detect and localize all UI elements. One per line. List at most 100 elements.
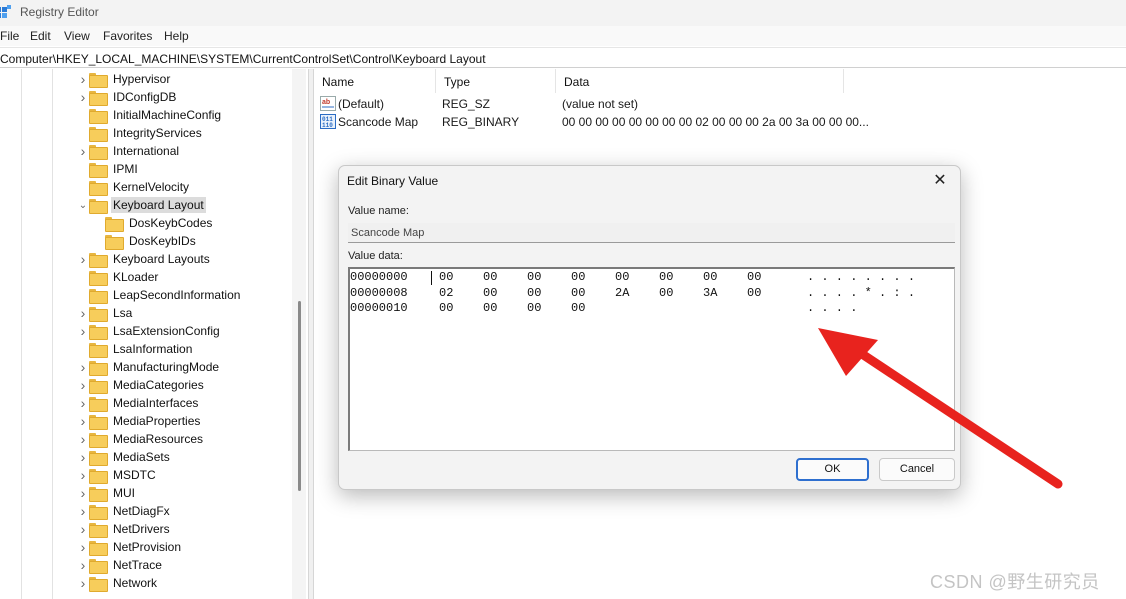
- hex-byte: 00: [527, 270, 542, 284]
- tree-scrollbar-thumb[interactable]: [298, 301, 301, 491]
- folder-icon: [89, 144, 108, 160]
- chevron-right-icon[interactable]: ›: [77, 449, 89, 465]
- chevron-right-icon[interactable]: ›: [77, 431, 89, 447]
- chevron-down-icon[interactable]: ⌄: [77, 200, 89, 211]
- menu-view[interactable]: View: [64, 29, 90, 43]
- chevron-right-icon[interactable]: ›: [77, 323, 89, 339]
- chevron-right-icon[interactable]: ›: [77, 557, 89, 573]
- hex-byte: 00: [571, 301, 586, 315]
- chevron-right-icon[interactable]: ›: [77, 467, 89, 483]
- column-data[interactable]: Data: [556, 69, 844, 93]
- chevron-right-icon[interactable]: ›: [77, 485, 89, 501]
- registry-editor-icon: [0, 5, 11, 18]
- list-row[interactable]: ab (Default) REG_SZ (value not set): [314, 95, 874, 113]
- tree-item[interactable]: LeapSecondInformation: [77, 286, 308, 304]
- tree-item-label: IPMI: [113, 162, 138, 176]
- address-bar[interactable]: Computer\HKEY_LOCAL_MACHINE\SYSTEM\Curre…: [0, 47, 1126, 68]
- tree-item[interactable]: › NetDrivers: [77, 520, 308, 538]
- hex-byte: 00: [483, 285, 498, 300]
- chevron-right-icon[interactable]: ›: [77, 251, 89, 267]
- chevron-right-icon[interactable]: ›: [77, 521, 89, 537]
- tree-item[interactable]: › MediaProperties: [77, 412, 308, 430]
- chevron-right-icon[interactable]: ›: [77, 503, 89, 519]
- tree-item[interactable]: KLoader: [77, 268, 308, 286]
- hex-byte: 02: [439, 285, 454, 300]
- tree-item[interactable]: › Hypervisor: [77, 70, 308, 88]
- tree-item[interactable]: › MediaInterfaces: [77, 394, 308, 412]
- menu-bar: File Edit View Favorites Help: [0, 26, 1126, 46]
- tree-item[interactable]: › NetTrace: [77, 556, 308, 574]
- list-row[interactable]: 011 110 Scancode Map REG_BINARY 00 00 00 …: [314, 113, 874, 131]
- tree-item-label: NetProvision: [113, 540, 182, 554]
- tree-item[interactable]: › MediaResources: [77, 430, 308, 448]
- tree-item-label: InitialMachineConfig: [113, 108, 222, 122]
- menu-favorites[interactable]: Favorites: [103, 29, 152, 43]
- tree-item[interactable]: › MediaSets: [77, 448, 308, 466]
- tree-item[interactable]: › MediaCategories: [77, 376, 308, 394]
- tree-item[interactable]: › Keyboard Layouts: [77, 250, 308, 268]
- tree-item[interactable]: › ManufacturingMode: [77, 358, 308, 376]
- hex-byte: 00: [483, 270, 498, 284]
- chevron-right-icon[interactable]: ›: [77, 359, 89, 375]
- tree-item[interactable]: › Network: [77, 574, 308, 592]
- chevron-right-icon[interactable]: ›: [77, 395, 89, 411]
- hex-editor[interactable]: 00000000 00 00 00 00 00 00 00 00. . . . . . . .0…: [348, 267, 955, 451]
- tree-item-label: MediaInterfaces: [113, 396, 199, 410]
- tree-item-label: DosKeybCodes: [129, 216, 213, 230]
- chevron-right-icon[interactable]: ›: [77, 305, 89, 321]
- title-bar: Registry Editor: [0, 0, 1126, 26]
- text-caret: [431, 271, 432, 285]
- tree-item-label: LsaExtensionConfig: [113, 324, 220, 338]
- tree-item[interactable]: › Lsa: [77, 304, 308, 322]
- menu-file[interactable]: File: [0, 29, 19, 43]
- tree-item[interactable]: LsaInformation: [77, 340, 308, 358]
- chevron-right-icon[interactable]: ›: [77, 377, 89, 393]
- watermark: CSDN @野生研究员: [930, 572, 1100, 592]
- tree-item[interactable]: ⌄ Keyboard Layout: [77, 196, 308, 214]
- tree-item[interactable]: DosKeybIDs: [93, 232, 308, 250]
- hex-byte: 00: [439, 301, 454, 315]
- hex-ascii: . . . .: [807, 301, 858, 315]
- tree-item-label: NetDrivers: [113, 522, 170, 536]
- tree-item[interactable]: IPMI: [77, 160, 308, 178]
- value-name-text: Scancode Map: [351, 227, 425, 239]
- tree-item[interactable]: › IDConfigDB: [77, 88, 308, 106]
- tree-item[interactable]: › NetProvision: [77, 538, 308, 556]
- menu-help[interactable]: Help: [164, 29, 189, 43]
- hex-byte: 00: [571, 270, 586, 284]
- chevron-right-icon[interactable]: ›: [77, 413, 89, 429]
- column-type[interactable]: Type: [436, 69, 556, 93]
- folder-icon: [89, 90, 108, 106]
- tree-item[interactable]: IntegrityServices: [77, 124, 308, 142]
- tree-item-label: Keyboard Layouts: [113, 252, 210, 266]
- tree-item[interactable]: KernelVelocity: [77, 178, 308, 196]
- tree-pane[interactable]: › Hypervisor › IDConfigDB InitialMachineConf…: [0, 69, 308, 599]
- tree-item[interactable]: › MUI: [77, 484, 308, 502]
- ok-button[interactable]: OK: [796, 458, 869, 481]
- svg-text:ab: ab: [322, 99, 330, 106]
- tree-item[interactable]: › LsaExtensionConfig: [77, 322, 308, 340]
- address-path[interactable]: Computer\HKEY_LOCAL_MACHINE\SYSTEM\Curre…: [0, 52, 486, 66]
- tree-item[interactable]: InitialMachineConfig: [77, 106, 308, 124]
- chevron-right-icon[interactable]: ›: [77, 539, 89, 555]
- menu-edit[interactable]: Edit: [30, 29, 51, 43]
- tree-item[interactable]: › NetDiagFx: [77, 502, 308, 520]
- folder-icon: [89, 108, 108, 124]
- value-name-label: Value name:: [348, 205, 409, 217]
- folder-icon: [89, 72, 108, 88]
- tree-item[interactable]: › International: [77, 142, 308, 160]
- close-icon[interactable]: ✕: [928, 170, 952, 192]
- binary-value-icon: 011 110: [320, 114, 336, 129]
- tree-item[interactable]: › MSDTC: [77, 466, 308, 484]
- column-name[interactable]: Name: [314, 69, 436, 93]
- chevron-right-icon[interactable]: ›: [77, 89, 89, 105]
- hex-offset: 00000010: [350, 301, 408, 315]
- hex-byte: 2A: [615, 285, 630, 300]
- cancel-button[interactable]: Cancel: [879, 458, 955, 481]
- tree-item[interactable]: DosKeybCodes: [93, 214, 308, 232]
- hex-byte: 00: [527, 285, 542, 300]
- chevron-right-icon[interactable]: ›: [77, 575, 89, 591]
- chevron-right-icon[interactable]: ›: [77, 143, 89, 159]
- chevron-right-icon[interactable]: ›: [77, 71, 89, 87]
- value-data-label: Value data:: [348, 250, 403, 262]
